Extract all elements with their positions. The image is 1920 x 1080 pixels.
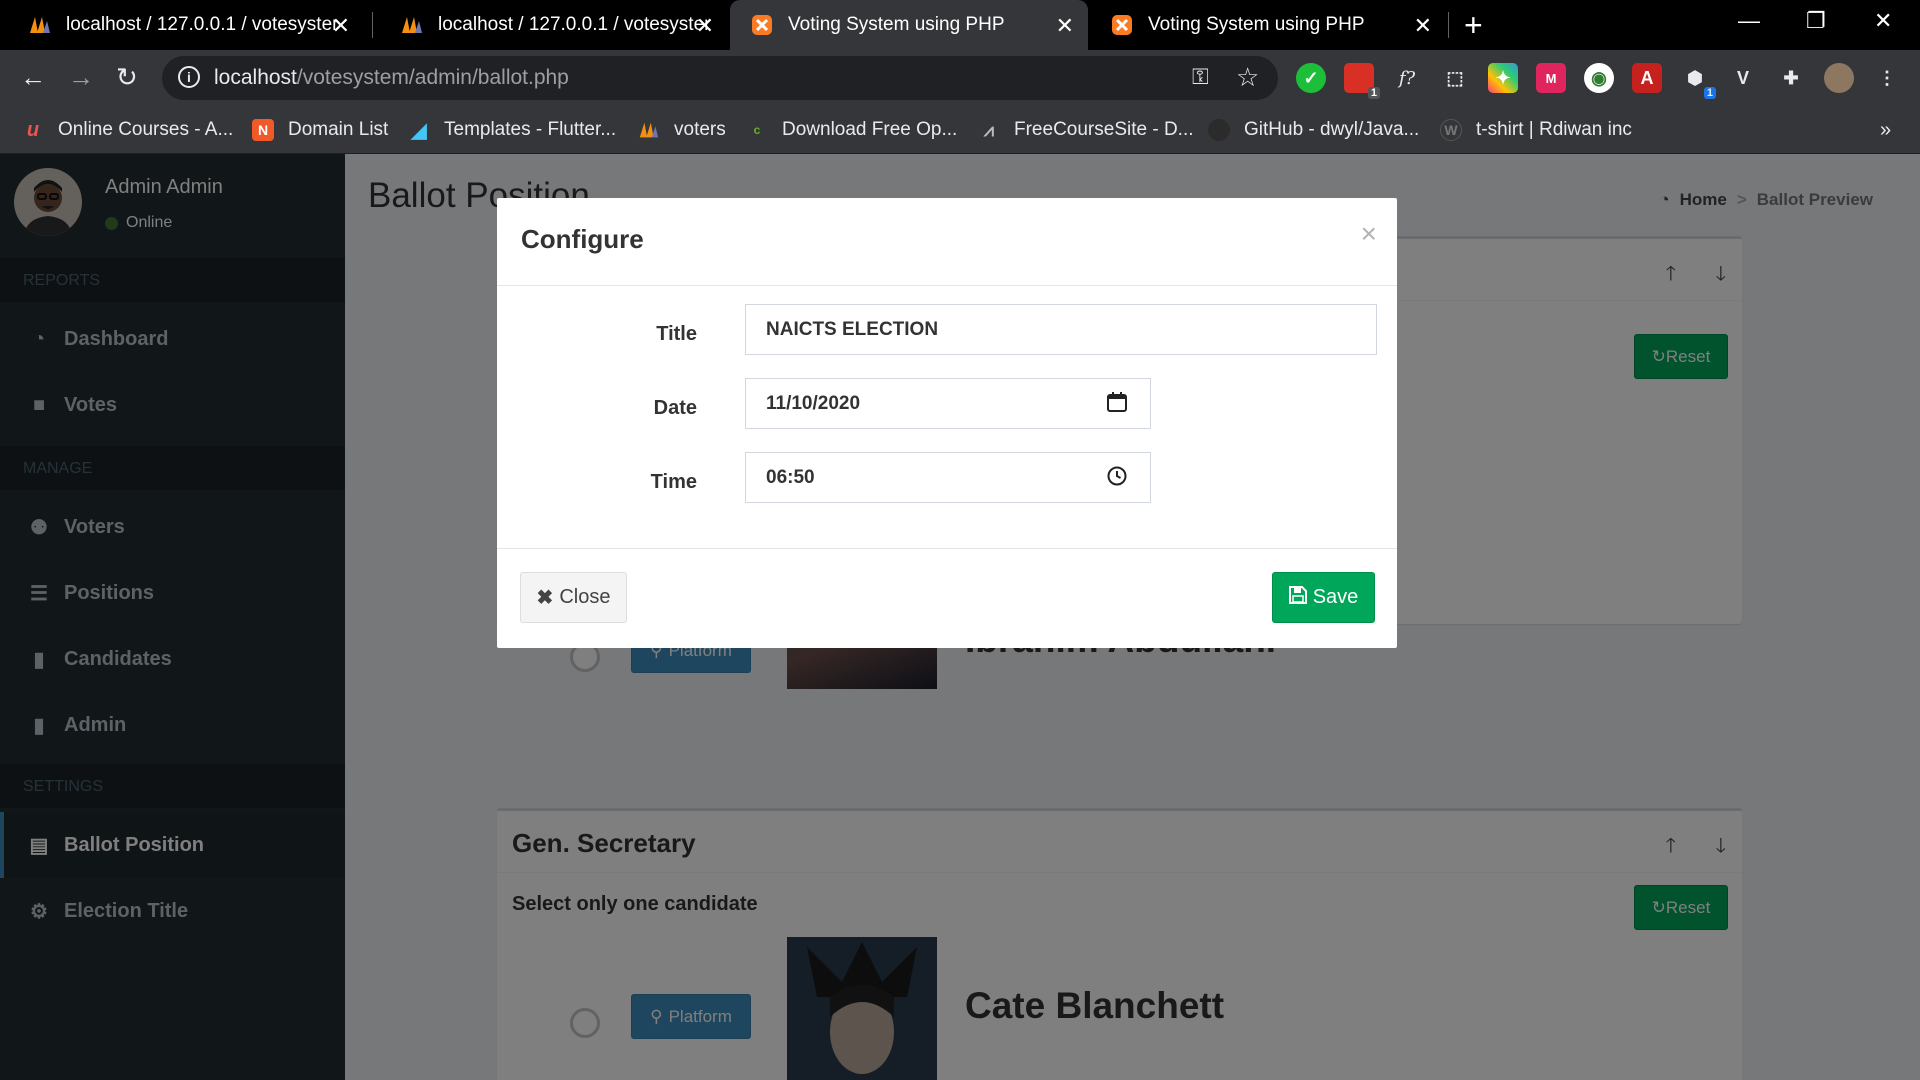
extension-red-icon[interactable]: 1 [1344, 63, 1380, 99]
close-window-icon[interactable]: ✕ [1874, 8, 1892, 34]
bookmark-item[interactable]: voters [638, 116, 726, 144]
time-label: Time [650, 471, 697, 493]
bookmark-item[interactable]: W t-shirt | Rdiwan inc [1440, 116, 1632, 144]
password-key-icon[interactable]: ⚿ [1192, 64, 1209, 90]
address-bar[interactable]: i localhost/votesystem/admin/ballot.php … [162, 56, 1278, 100]
pdf-extension-icon[interactable]: A [1632, 63, 1662, 93]
earth-extension-icon[interactable]: ◉ [1584, 63, 1614, 93]
title-input[interactable]: NAICTS ELECTION [745, 304, 1377, 355]
mendeley-extension-icon[interactable]: M [1536, 63, 1566, 93]
bookmark-star-icon[interactable]: ☆ [1236, 62, 1259, 93]
domain-icon: N [252, 119, 274, 141]
bookmarks-bar: u Online Courses - A... N Domain List ◢ … [0, 106, 1920, 154]
configure-modal: Configure × Title NAICTS ELECTION Date 1… [497, 198, 1397, 648]
date-input[interactable]: 11/10/2020 [745, 378, 1151, 429]
calendar-icon[interactable] [1106, 391, 1128, 413]
xampp-icon [750, 13, 774, 37]
browser-toolbar: ← → ↻ i localhost/votesystem/admin/ballo… [0, 50, 1920, 106]
site-info-icon[interactable]: i [178, 66, 200, 88]
bookmark-item[interactable]: u Online Courses - A... [22, 116, 233, 144]
udemy-icon: u [26, 118, 40, 141]
time-input[interactable]: 06:50 [745, 452, 1151, 503]
menu-kebab-icon[interactable]: ⋮ [1872, 63, 1902, 93]
check-extension-icon[interactable]: ✓ [1296, 63, 1326, 93]
eraser-extension-icon[interactable]: ⬚ [1440, 63, 1470, 93]
save-button[interactable]: Save [1272, 572, 1375, 623]
reload-icon[interactable]: ↻ [116, 62, 138, 93]
tab-title: localhost / 127.0.0.1 / votesystem [438, 14, 708, 35]
modal-footer: ✖ Close Save [497, 548, 1397, 648]
web-page: Admin Admin Online REPORTS ◔ Dashboard ■… [0, 154, 1920, 1080]
back-icon[interactable]: ← [20, 62, 46, 93]
github-icon [1208, 119, 1230, 141]
formula-extension-icon[interactable]: f? [1392, 63, 1422, 93]
close-button[interactable]: ✖ Close [520, 572, 627, 623]
phpmyadmin-icon [400, 13, 424, 37]
tab-title: localhost / 127.0.0.1 / votesystem [66, 14, 336, 35]
more-bookmarks-icon[interactable]: » [1880, 116, 1891, 144]
date-label: Date [653, 397, 697, 419]
tab-title: Voting System using PHP [1148, 14, 1365, 35]
browser-tab-2[interactable]: localhost / 127.0.0.1 / votesystem ✕ [380, 0, 728, 50]
modal-header: Configure × [497, 198, 1397, 286]
close-x-icon: ✖ [536, 587, 554, 609]
modal-title: Configure [521, 224, 644, 254]
browser-tab-1[interactable]: localhost / 127.0.0.1 / votesystem ✕ [8, 0, 364, 50]
tab-title: Voting System using PHP [788, 14, 1005, 35]
cube-extension-icon[interactable]: ⬢ 1 [1680, 63, 1716, 99]
bookmark-item[interactable]: N Domain List [252, 116, 388, 144]
bookmark-item[interactable]: ◢ Templates - Flutter... [408, 116, 616, 144]
c-icon: c [753, 123, 761, 137]
wordpress-icon: W [1440, 119, 1462, 141]
bookmark-item[interactable]: GitHub - dwyl/Java... [1208, 116, 1419, 144]
clock-icon[interactable] [1106, 465, 1128, 487]
fcs-icon: ⩘ [983, 119, 995, 140]
minimize-icon[interactable]: — [1738, 8, 1760, 34]
bookmark-item[interactable]: c Download Free Op... [746, 116, 958, 144]
profile-avatar-icon[interactable] [1824, 63, 1854, 93]
close-tab-icon[interactable]: ✕ [332, 13, 350, 39]
floppy-disk-icon [1288, 585, 1307, 610]
browser-tab-bar: localhost / 127.0.0.1 / votesystem ✕ loc… [0, 0, 1920, 50]
close-tab-icon[interactable]: ✕ [1056, 13, 1074, 39]
bookmark-item[interactable]: ⩘ FreeCourseSite - D... [978, 116, 1194, 144]
forward-icon[interactable]: → [68, 62, 94, 93]
browser-tab-4[interactable]: Voting System using PHP ✕ [1090, 0, 1446, 50]
phpmyadmin-icon [28, 13, 52, 37]
vue-extension-icon[interactable]: V [1728, 63, 1758, 93]
close-tab-icon[interactable]: ✕ [1414, 13, 1432, 39]
close-icon[interactable]: × [1361, 218, 1377, 250]
pinwheel-extension-icon[interactable]: ✦ [1488, 63, 1518, 93]
close-tab-icon[interactable]: ✕ [696, 13, 714, 39]
puzzle-extensions-icon[interactable]: ✚ [1776, 63, 1806, 93]
restore-icon[interactable]: ❐ [1806, 8, 1826, 34]
flutter-icon: ◢ [411, 119, 427, 142]
url-text[interactable]: localhost/votesystem/admin/ballot.php [214, 66, 569, 90]
phpmyadmin-icon [638, 119, 660, 141]
browser-tab-3-active[interactable]: Voting System using PHP ✕ [730, 0, 1088, 50]
xampp-icon [1110, 13, 1134, 37]
title-label: Title [656, 323, 697, 345]
new-tab-icon[interactable]: + [1464, 7, 1483, 44]
